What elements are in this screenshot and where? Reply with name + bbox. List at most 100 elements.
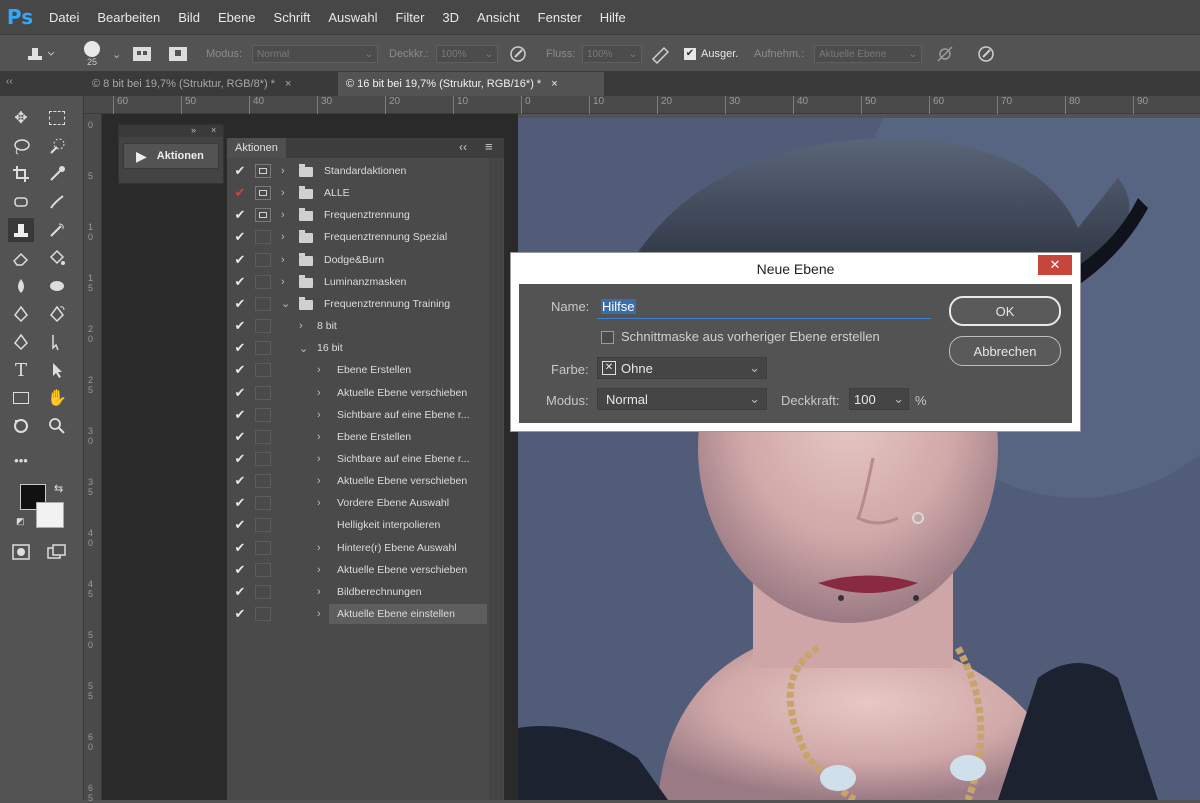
toggle-check-icon[interactable]: ✔ (233, 562, 247, 578)
brush-settings-icon[interactable] (132, 35, 152, 73)
chevron-right-icon[interactable]: › (281, 254, 285, 266)
pressure-opacity-icon[interactable] (508, 35, 528, 73)
action-row[interactable]: ✔ › Hintere(r) Ebene Auswahl (227, 537, 489, 559)
clone-source-icon[interactable] (168, 35, 188, 73)
action-row[interactable]: ✔ › Aktuelle Ebene einstellen (227, 603, 489, 625)
action-row[interactable]: ✔ › Bildberechnungen (227, 581, 489, 603)
tab-8-bit[interactable]: © 8 bit bei 19,7% (Struktur, RGB/8*) * × (84, 72, 336, 96)
chevron-down-icon[interactable]: ⌄ (299, 342, 308, 355)
airbrush-icon[interactable] (650, 35, 672, 73)
chevron-right-icon[interactable]: › (317, 608, 321, 620)
toggle-check-icon[interactable]: ✔ (233, 163, 247, 179)
freeform-pen-tool-icon[interactable] (44, 302, 70, 326)
name-input[interactable]: Hilfse (597, 295, 931, 319)
chevron-right-icon[interactable]: › (317, 475, 321, 487)
toggle-check-icon[interactable]: ✔ (233, 385, 247, 401)
toggle-check-icon[interactable]: ✔ (233, 540, 247, 556)
actions-scrollbar[interactable] (489, 158, 503, 800)
chevron-right-icon[interactable]: › (281, 276, 285, 288)
path-selection-tool-icon[interactable] (44, 330, 70, 354)
background-color-swatch[interactable] (36, 502, 64, 528)
menu-fenster[interactable]: Fenster (529, 10, 591, 25)
brush-preset-picker[interactable]: 25 (84, 35, 100, 73)
dialog-toggle-icon[interactable] (255, 252, 271, 267)
menu-schrift[interactable]: Schrift (265, 10, 320, 25)
ok-button[interactable]: OK (949, 296, 1061, 326)
quick-selection-tool-icon[interactable] (44, 134, 70, 158)
chevron-right-icon[interactable]: › (317, 586, 321, 598)
move-tool-icon[interactable]: ✥ (8, 106, 34, 130)
marquee-tool-icon[interactable] (44, 106, 70, 130)
dialog-toggle-icon[interactable] (255, 363, 271, 378)
curvature-pen-tool-icon[interactable] (8, 330, 34, 354)
chevron-down-icon[interactable]: ⌄ (281, 297, 290, 310)
chevron-right-icon[interactable]: › (281, 209, 285, 221)
swap-colors-icon[interactable]: ⇆ (54, 482, 63, 495)
stamp-tool-preset[interactable] (20, 35, 56, 73)
dialog-toggle-icon[interactable] (255, 584, 271, 599)
eyedropper-tool-icon[interactable] (44, 162, 70, 186)
brush-picker-chevron-icon[interactable]: ⌄ (112, 35, 121, 73)
type-tool-icon[interactable]: T (8, 358, 34, 382)
deckkr-input[interactable]: 100% ⌄ (436, 45, 498, 63)
toggle-check-icon[interactable]: ✔ (233, 495, 247, 511)
modus-select[interactable]: Normal ⌄ (252, 45, 378, 63)
pressure-size-icon[interactable] (975, 35, 997, 73)
action-row[interactable]: ✔ › Dodge&Burn (227, 249, 489, 271)
action-row[interactable]: ✔ ⌄ 16 bit (227, 337, 489, 359)
chevron-right-icon[interactable]: › (317, 453, 321, 465)
crop-tool-icon[interactable] (8, 162, 34, 186)
quick-mask-icon[interactable] (8, 540, 34, 564)
dialog-toggle-icon[interactable] (255, 274, 271, 289)
action-row[interactable]: ✔ › Frequenztrennung (227, 204, 489, 226)
toggle-check-icon[interactable]: ✔ (233, 274, 247, 290)
dialog-toggle-icon[interactable] (255, 407, 271, 422)
chevron-right-icon[interactable]: › (317, 564, 321, 576)
sponge-tool-icon[interactable] (44, 274, 70, 298)
panel-menu-icon[interactable]: ≡ (485, 139, 493, 154)
chevron-right-icon[interactable]: › (317, 364, 321, 376)
fluss-input[interactable]: 100% ⌄ (582, 45, 642, 63)
rotate-view-tool-icon[interactable] (8, 414, 34, 438)
dialog-toggle-icon[interactable] (255, 208, 271, 223)
action-row[interactable]: ✔ › Standardaktionen (227, 160, 489, 182)
farbe-select[interactable]: ✕ Ohne ⌄ (597, 357, 767, 379)
eraser-tool-icon[interactable] (8, 246, 34, 270)
document-photo[interactable] (518, 118, 1200, 800)
toggle-check-icon[interactable]: ✔ (233, 340, 247, 356)
close-icon[interactable]: × (285, 78, 291, 90)
action-row[interactable]: ✔ › Frequenztrennung Spezial (227, 226, 489, 248)
dialog-toggle-icon[interactable] (255, 296, 271, 311)
toggle-check-icon[interactable]: ✔ (233, 207, 247, 223)
clip-mask-checkbox[interactable] (601, 331, 614, 344)
chevron-right-icon[interactable]: › (317, 387, 321, 399)
dialog-toggle-icon[interactable] (255, 319, 271, 334)
collapse-panels-icon[interactable]: ‹‹ (6, 76, 13, 87)
toggle-check-icon[interactable]: ✔ (233, 318, 247, 334)
dialog-toggle-icon[interactable] (255, 607, 271, 621)
menu-bild[interactable]: Bild (169, 10, 209, 25)
action-row[interactable]: ✔ › Luminanzmasken (227, 271, 489, 293)
expand-panel-icon[interactable]: » (191, 125, 196, 135)
tab-aktionen[interactable]: Aktionen (227, 138, 286, 158)
action-row[interactable]: ✔ › Vordere Ebene Auswahl (227, 492, 489, 514)
chevron-right-icon[interactable]: › (281, 231, 285, 243)
dialog-toggle-icon[interactable] (255, 341, 271, 356)
menu-bearbeiten[interactable]: Bearbeiten (88, 10, 169, 25)
dialog-toggle-icon[interactable] (255, 164, 271, 178)
clone-stamp-tool-icon[interactable] (8, 218, 34, 242)
history-brush-tool-icon[interactable] (44, 218, 70, 242)
dialog-toggle-icon[interactable] (255, 451, 271, 466)
dialog-toggle-icon[interactable] (255, 562, 271, 577)
chevron-right-icon[interactable]: › (317, 542, 321, 554)
close-panel-icon[interactable]: × (211, 125, 216, 135)
dialog-close-button[interactable]: ✕ (1038, 255, 1072, 275)
aufnehm-select[interactable]: Aktuelle Ebene ⌄ (814, 45, 922, 63)
collapse-icon[interactable]: ‹‹ (459, 140, 467, 154)
menu-3d[interactable]: 3D (433, 10, 468, 25)
action-row[interactable]: ✔ › Ebene Erstellen (227, 359, 489, 381)
toggle-check-icon[interactable]: ✔ (233, 229, 247, 245)
tab-16-bit[interactable]: © 16 bit bei 19,7% (Struktur, RGB/16*) *… (338, 72, 604, 96)
dialog-toggle-icon[interactable] (255, 385, 271, 400)
ausger-checkbox-group[interactable]: ✔ Ausger. (684, 35, 738, 73)
